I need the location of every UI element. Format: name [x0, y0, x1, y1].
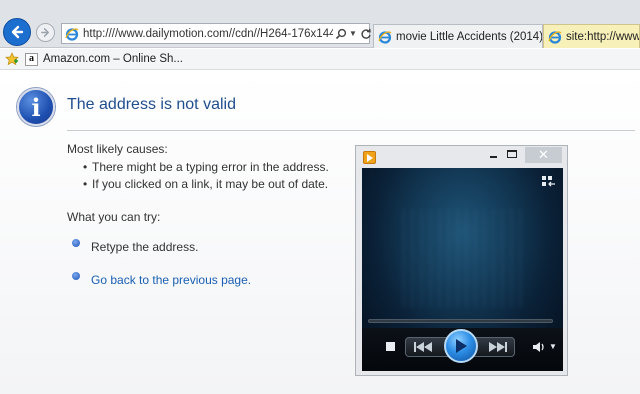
favorites-star-icon[interactable] [5, 52, 19, 66]
page-title: The address is not valid [67, 96, 236, 113]
ie-logo-icon [65, 27, 79, 41]
refresh-icon[interactable] [359, 27, 373, 41]
previous-icon[interactable] [412, 341, 434, 353]
volume-icon[interactable] [532, 340, 546, 354]
media-player-icon [363, 151, 376, 164]
info-icon: i [17, 88, 55, 126]
try-heading: What you can try: [67, 210, 161, 224]
ie-logo-icon [378, 30, 392, 44]
close-button[interactable]: ✕ [525, 147, 562, 163]
tab-site-search[interactable]: site:http://www.d [543, 24, 640, 48]
bullet-icon [72, 239, 80, 247]
forward-arrow-icon [41, 28, 49, 37]
bullet-icon [72, 272, 80, 280]
seek-bar[interactable] [368, 319, 553, 323]
switch-view-icon[interactable] [542, 176, 556, 187]
ie-logo-icon [548, 30, 562, 44]
address-dropdown-icon[interactable]: ▼ [348, 29, 358, 38]
playback-controls: ▼ [362, 328, 563, 371]
cause-item: There might be a typing error in the add… [83, 160, 329, 174]
error-page: i The address is not valid Most likely c… [0, 71, 640, 394]
media-player-window: ✕ ▼ [355, 145, 568, 376]
media-player-titlebar[interactable]: ✕ [356, 146, 567, 168]
cause-item: If you clicked on a link, it may be out … [83, 177, 328, 191]
volume-dropdown-icon[interactable]: ▼ [549, 342, 557, 351]
favorites-bar: a Amazon.com – Online Sh... [0, 49, 640, 70]
causes-heading: Most likely causes: [67, 142, 168, 156]
play-icon[interactable] [444, 329, 478, 363]
browser-toolbar: http:////www.dailymotion.com//cdn//H264-… [0, 0, 640, 48]
tab-label: site:http://www.d [566, 30, 640, 43]
favorite-amazon-link[interactable]: Amazon.com – Online Sh... [43, 53, 183, 65]
amazon-icon: a [25, 52, 38, 66]
stop-icon[interactable] [386, 342, 395, 351]
go-back-link[interactable]: Go back to the previous page. [91, 273, 251, 287]
search-icon[interactable] [334, 27, 348, 41]
minimize-button[interactable] [486, 148, 500, 162]
retype-address-text: Retype the address. [91, 240, 199, 254]
address-bar[interactable]: http:////www.dailymotion.com//cdn//H264-… [61, 23, 373, 44]
video-background [402, 208, 522, 308]
tab-label: movie Little Accidents (2014) - ... [396, 30, 543, 43]
forward-button[interactable] [36, 23, 55, 42]
back-arrow-icon [11, 25, 24, 39]
divider [67, 130, 635, 131]
video-area[interactable]: ▼ [362, 168, 563, 371]
tab-movie-search[interactable]: movie Little Accidents (2014) - ... [373, 24, 543, 48]
back-button[interactable] [3, 18, 31, 46]
next-icon[interactable] [487, 341, 509, 353]
maximize-button[interactable] [507, 150, 517, 158]
address-url[interactable]: http:////www.dailymotion.com//cdn//H264-… [83, 28, 333, 40]
